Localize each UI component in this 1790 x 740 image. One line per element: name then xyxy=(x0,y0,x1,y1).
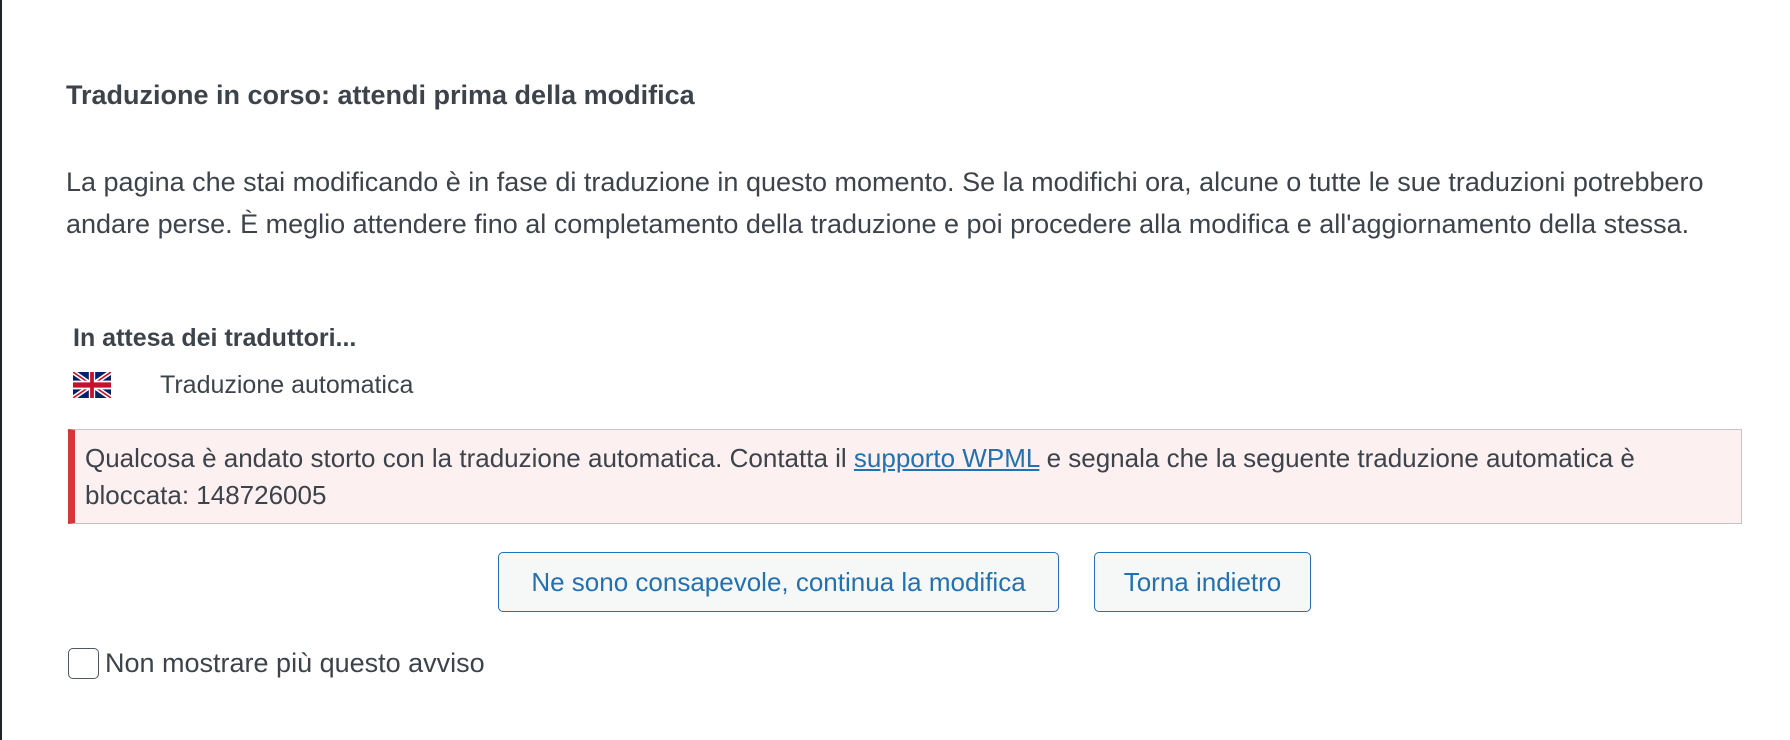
dont-show-again-checkbox[interactable] xyxy=(68,648,99,679)
dont-show-again-option[interactable]: Non mostrare più questo avviso xyxy=(68,648,485,679)
continue-editing-button[interactable]: Ne sono consapevole, continua la modific… xyxy=(498,552,1059,612)
go-back-button[interactable]: Torna indietro xyxy=(1094,552,1311,612)
translator-label: Traduzione automatica xyxy=(160,370,414,399)
dont-show-again-label[interactable]: Non mostrare più questo avviso xyxy=(105,648,485,679)
error-notice: Qualcosa è andato storto con la traduzio… xyxy=(68,429,1742,524)
waiting-translators-heading: In attesa dei traduttori... xyxy=(73,324,357,352)
dialog-title: Traduzione in corso: attendi prima della… xyxy=(66,80,695,110)
dialog-message: La pagina che stai modificando è in fase… xyxy=(66,167,1704,239)
translator-item: Traduzione automatica xyxy=(73,367,413,403)
translation-in-progress-dialog: Traduzione in corso: attendi prima della… xyxy=(0,0,1790,740)
wpml-support-link[interactable]: supporto WPML xyxy=(854,443,1039,473)
error-notice-text-before: Qualcosa è andato storto con la traduzio… xyxy=(85,443,854,473)
uk-flag-icon xyxy=(73,372,111,398)
